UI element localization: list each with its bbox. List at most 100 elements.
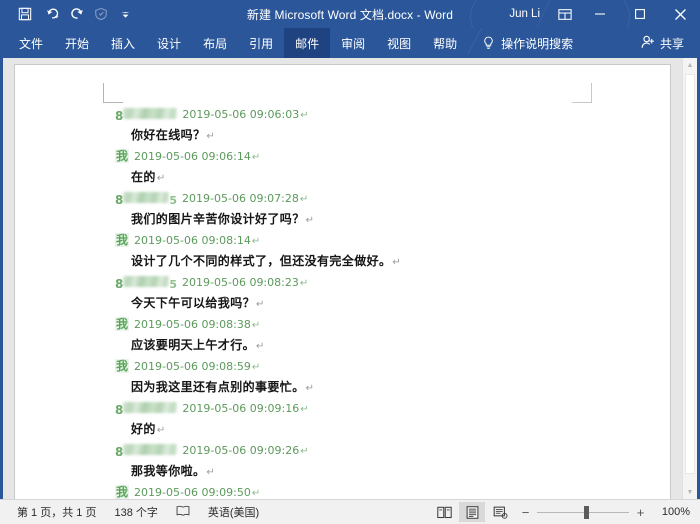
message-header: 8 2019-05-06 09:09:26↵ bbox=[115, 441, 610, 461]
read-mode-icon bbox=[436, 506, 452, 518]
sender-name-self: 我 bbox=[115, 359, 130, 373]
chat-message: 我 2019-05-06 09:06:14↵ 在的↵ bbox=[115, 147, 610, 189]
zoom-slider-thumb[interactable] bbox=[584, 505, 589, 519]
document-page[interactable]: 8 2019-05-06 09:06:03↵ 你好在线吗？↵ 我 2019-05-0… bbox=[15, 65, 670, 499]
web-layout-view-button[interactable] bbox=[487, 502, 513, 522]
proofing-errors-icon bbox=[176, 505, 190, 520]
paragraph-mark: ↵ bbox=[300, 110, 309, 121]
maximize-button[interactable] bbox=[620, 0, 660, 28]
minimize-icon bbox=[595, 13, 605, 15]
tab-design[interactable]: 设计 bbox=[146, 28, 192, 58]
scrollbar-thumb[interactable] bbox=[685, 74, 695, 474]
sender-name-redacted: 85 bbox=[115, 276, 178, 291]
close-button[interactable] bbox=[660, 0, 700, 28]
margin-marker-top-left bbox=[103, 83, 123, 103]
share-button[interactable]: 共享 bbox=[641, 28, 700, 58]
tell-me-search[interactable]: 操作说明搜索 bbox=[468, 28, 573, 58]
paragraph-mark: ↵ bbox=[300, 404, 309, 415]
read-mode-view-button[interactable] bbox=[431, 502, 457, 522]
page-number-status[interactable]: 第 1 页，共 1 页 bbox=[8, 503, 105, 522]
tab-review[interactable]: 审阅 bbox=[330, 28, 376, 58]
zoom-in-button[interactable]: + bbox=[636, 505, 645, 520]
chat-message: 8 5 2019-05-06 09:07:28 ↵ 我们的图片辛苦你设计好了吗？↵ bbox=[115, 189, 610, 231]
word-application-window: 新建 Microsoft Word 文档.docx - Word Jun Li bbox=[0, 0, 700, 524]
paragraph-mark: ↵ bbox=[251, 488, 261, 499]
scroll-down-arrow-icon[interactable]: ▼ bbox=[683, 485, 697, 499]
message-timestamp: 2019-05-06 09:09:26 bbox=[182, 444, 300, 457]
redo-button[interactable] bbox=[68, 3, 86, 25]
sender-name-redacted: 85 bbox=[115, 192, 178, 207]
proofing-status[interactable] bbox=[167, 503, 199, 522]
chat-message: 8 2019-05-06 09:09:26↵ 那我等你啦。↵ bbox=[115, 441, 610, 483]
print-layout-icon bbox=[466, 505, 478, 519]
chat-message: 我2019-05-06 09:09:50↵ 好的，不好意思哈，这几天事挺多的。↵ bbox=[115, 483, 610, 499]
zoom-slider[interactable] bbox=[537, 505, 629, 519]
tab-references[interactable]: 引用 bbox=[238, 28, 284, 58]
status-bar-right: − + 100% bbox=[431, 502, 692, 522]
vertical-scrollbar[interactable]: ▲ ▼ bbox=[682, 58, 697, 499]
tab-help[interactable]: 帮助 bbox=[422, 28, 468, 58]
ribbon-tab-strip: 文件 开始 插入 设计 布局 引用 邮件 审阅 视图 帮助 操作说明搜索 共享 bbox=[0, 28, 700, 58]
close-icon bbox=[674, 8, 686, 20]
print-layout-view-button[interactable] bbox=[459, 502, 485, 522]
ribbon-display-options-button[interactable] bbox=[550, 0, 580, 28]
zoom-control: − + 100% bbox=[515, 505, 692, 520]
message-timestamp: 2019-05-06 09:08:23 bbox=[182, 276, 299, 289]
sender-name-redacted: 8 bbox=[115, 443, 178, 459]
paragraph-mark: ↵ bbox=[206, 131, 216, 142]
quick-access-toolbar bbox=[0, 3, 134, 25]
tab-insert[interactable]: 插入 bbox=[100, 28, 146, 58]
message-text: 我们的图片辛苦你设计好了吗？↵ bbox=[131, 212, 315, 226]
message-header: 8 2019-05-06 09:06:03↵ bbox=[115, 105, 610, 125]
chat-message: 8 2019-05-06 09:06:03↵ 你好在线吗？↵ bbox=[115, 105, 610, 147]
save-button[interactable] bbox=[12, 3, 38, 25]
document-scroll-area[interactable]: 8 2019-05-06 09:06:03↵ 你好在线吗？↵ 我 2019-05-0… bbox=[3, 58, 682, 499]
share-person-icon bbox=[641, 35, 656, 52]
message-timestamp: 2019-05-06 09:09:16 bbox=[182, 402, 300, 415]
message-timestamp: 2019-05-06 09:09:50 bbox=[134, 486, 251, 499]
save-icon bbox=[18, 7, 32, 21]
share-label: 共享 bbox=[659, 36, 684, 51]
message-text: 你好在线吗？↵ bbox=[131, 128, 216, 142]
undo-button[interactable] bbox=[40, 3, 66, 25]
sender-name-self: 我 bbox=[115, 233, 130, 247]
message-timestamp: 2019-05-06 09:06:14 bbox=[134, 150, 251, 163]
sender-name-self: 我 bbox=[115, 485, 130, 499]
chat-message: 我 2019-05-06 09:08:38↵ 应该要明天上午才行。↵ bbox=[115, 315, 610, 357]
tab-file[interactable]: 文件 bbox=[8, 28, 54, 58]
message-text: 因为我这里还有点别的事要忙。↵ bbox=[131, 380, 315, 394]
sender-name-self: 我 bbox=[115, 149, 130, 163]
paragraph-mark: ↵ bbox=[156, 173, 166, 184]
paragraph-mark: ↵ bbox=[251, 236, 261, 247]
scroll-up-arrow-icon[interactable]: ▲ bbox=[683, 58, 697, 72]
tab-home[interactable]: 开始 bbox=[54, 28, 100, 58]
ribbon-tabs: 文件 开始 插入 设计 布局 引用 邮件 审阅 视图 帮助 bbox=[0, 28, 468, 58]
paragraph-mark: ↵ bbox=[206, 467, 216, 478]
status-bar: 第 1 页，共 1 页 138 个字 英语(美国) − + 100% bbox=[0, 499, 700, 524]
message-header: 我 2019-05-06 09:08:14↵ bbox=[115, 231, 610, 251]
message-header: 我 2019-05-06 09:09:50↵ bbox=[115, 483, 610, 499]
title-bar: 新建 Microsoft Word 文档.docx - Word Jun Li bbox=[0, 0, 700, 28]
minimize-button[interactable] bbox=[580, 0, 620, 28]
paragraph-mark: ↵ bbox=[305, 215, 315, 226]
message-header: 我 2019-05-06 09:06:14↵ bbox=[115, 147, 610, 167]
tab-view[interactable]: 视图 bbox=[376, 28, 422, 58]
message-header: 我 2019-05-06 09:08:38↵ bbox=[115, 315, 610, 335]
message-timestamp: 2019-05-06 09:07:28 bbox=[182, 192, 299, 205]
document-text-body[interactable]: 8 2019-05-06 09:06:03↵ 你好在线吗？↵ 我 2019-05-0… bbox=[115, 105, 610, 499]
chat-message: 8 5 2019-05-06 09:08:23↵ 今天下午可以给我吗？↵ bbox=[115, 273, 610, 315]
touch-mode-button[interactable] bbox=[88, 3, 114, 25]
chat-message: 我 2019-05-06 09:08:59↵ 因为我这里还有点别的事要忙。↵ bbox=[115, 357, 610, 399]
account-name[interactable]: Jun Li bbox=[505, 8, 550, 20]
paragraph-mark: ↵ bbox=[300, 446, 309, 457]
zoom-out-button[interactable]: − bbox=[521, 505, 530, 520]
web-layout-icon bbox=[493, 506, 507, 519]
tab-mailings[interactable]: 邮件 bbox=[284, 28, 331, 58]
word-count-status[interactable]: 138 个字 bbox=[105, 503, 166, 522]
message-text: 应该要明天上午才行。↵ bbox=[131, 338, 265, 352]
zoom-level-label[interactable]: 100% bbox=[652, 506, 692, 518]
language-status[interactable]: 英语(美国) bbox=[199, 503, 268, 522]
tab-layout[interactable]: 布局 bbox=[192, 28, 238, 58]
paragraph-mark: ↵ bbox=[156, 425, 166, 436]
customize-qat-button[interactable] bbox=[116, 3, 134, 25]
